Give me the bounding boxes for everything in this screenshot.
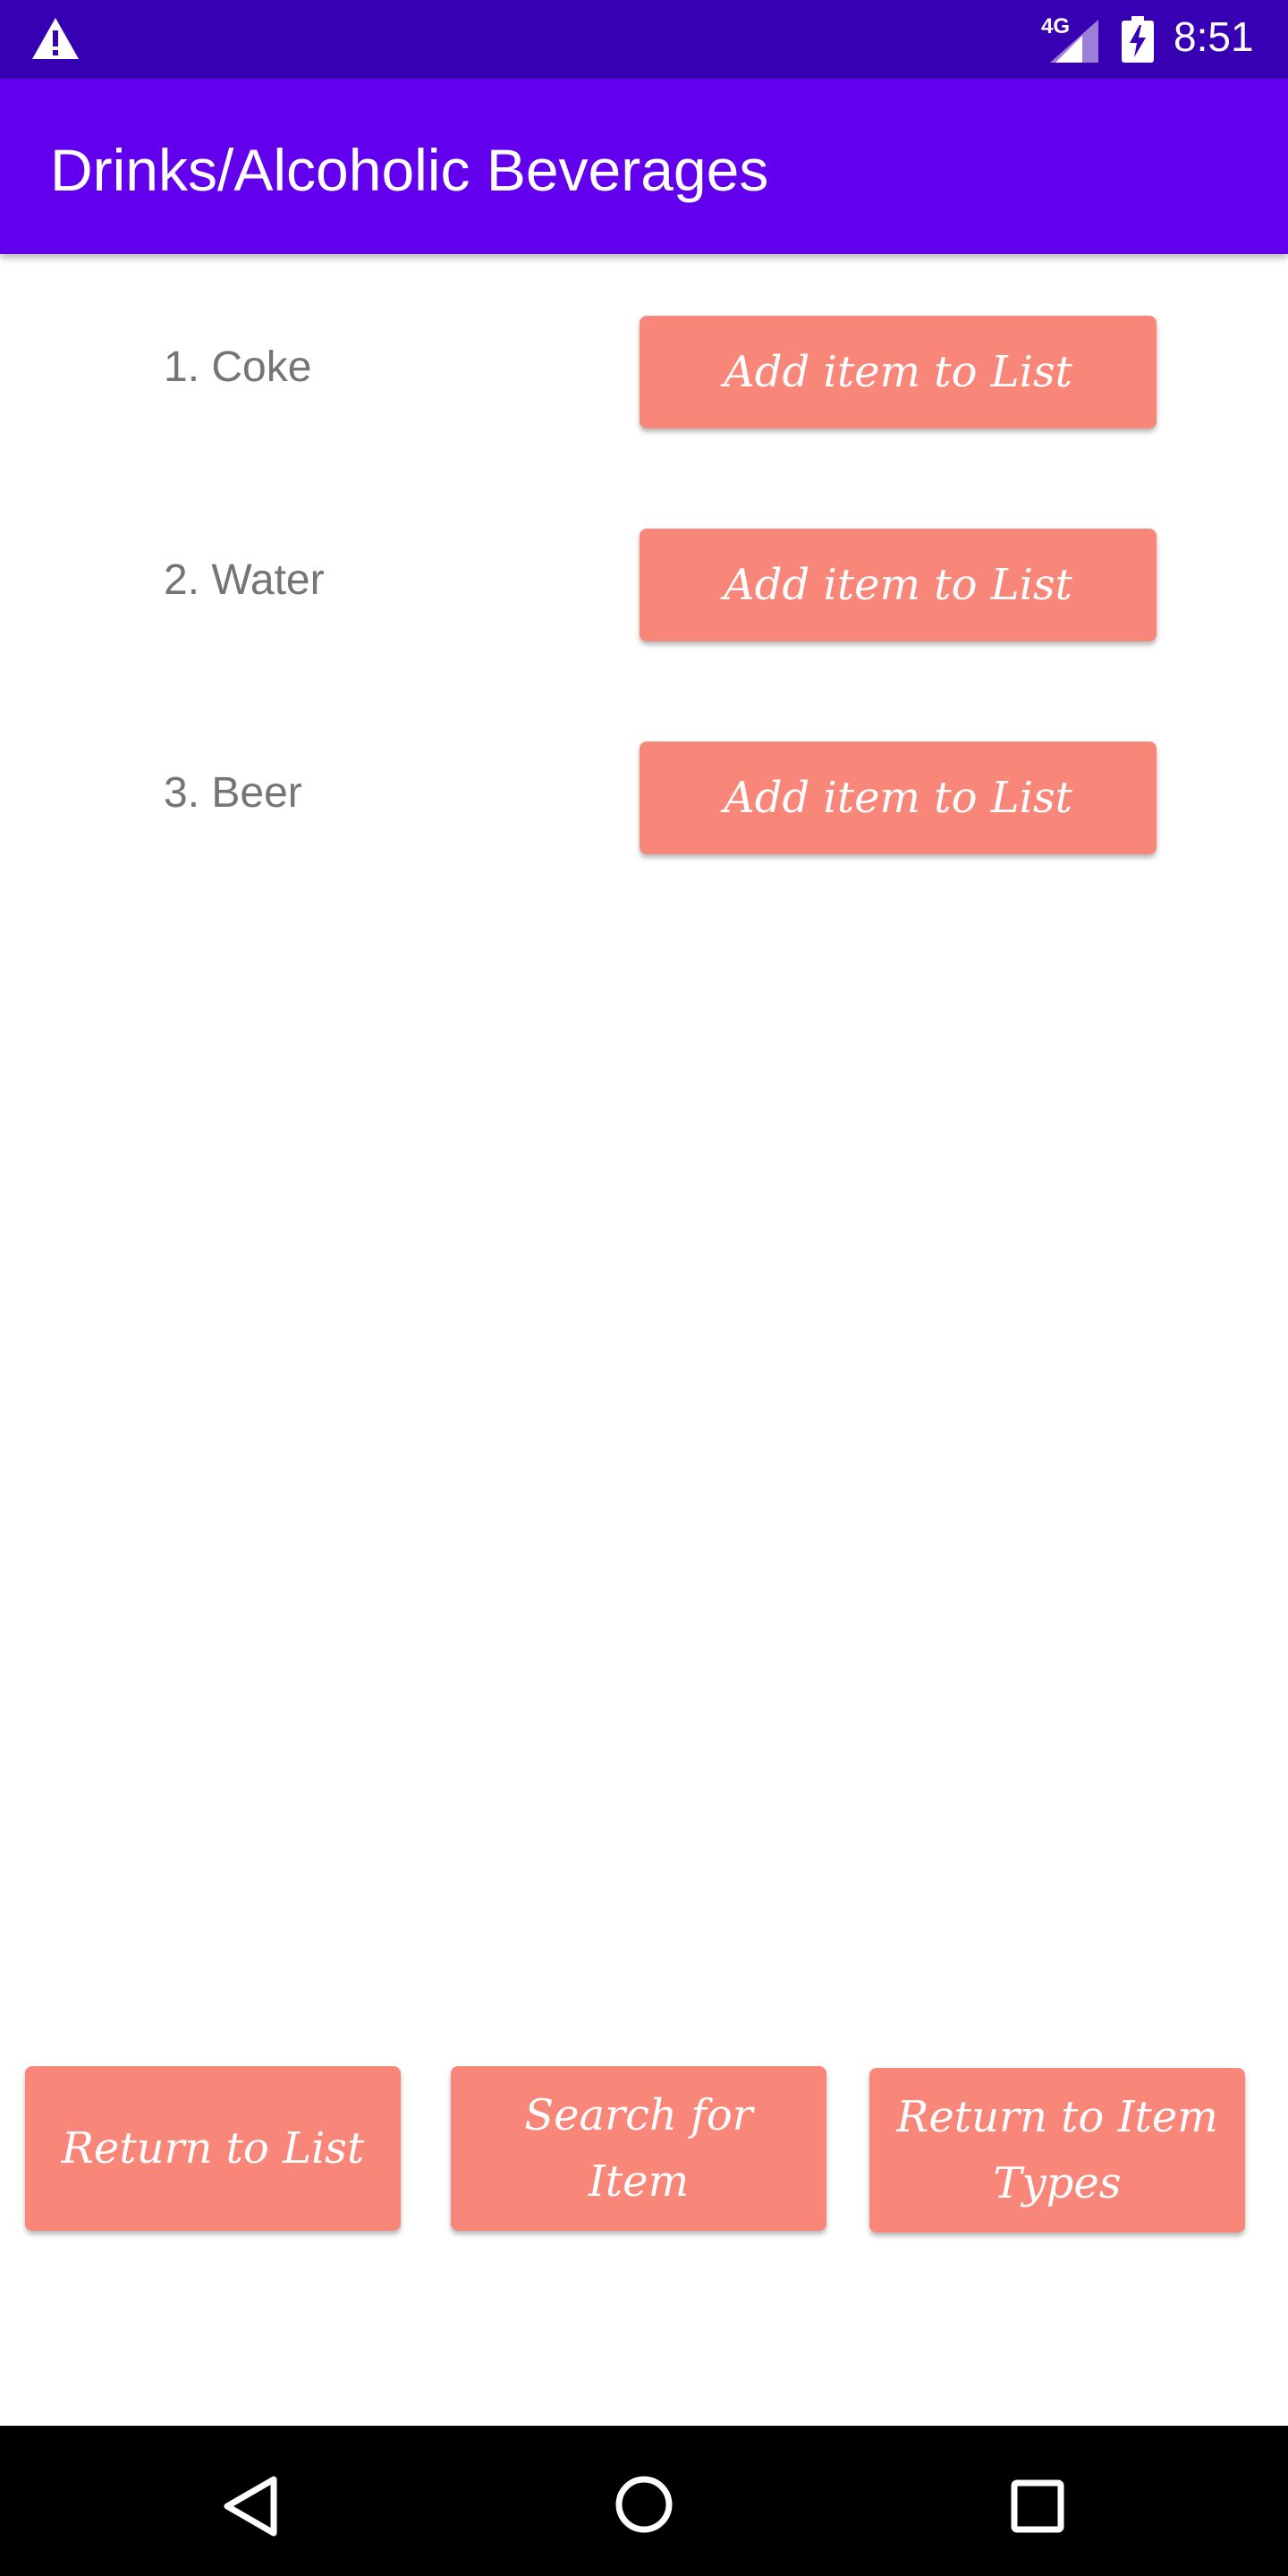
list-item: 3. Beer Add item to List [0, 741, 1288, 854]
page-title: Drinks/Alcoholic Beverages [50, 137, 769, 203]
battery-charging-icon [1122, 16, 1154, 63]
list-item: 1. Coke Add item to List [0, 316, 1288, 428]
item-label: 1. Coke [164, 343, 312, 391]
signal-icon [1050, 20, 1098, 63]
item-label: 3. Beer [164, 769, 302, 817]
warning-icon [32, 18, 79, 59]
add-item-button[interactable]: Add item to List [640, 529, 1157, 641]
return-to-list-button[interactable]: Return to List [25, 2066, 401, 2231]
recents-icon[interactable] [1002, 2470, 1073, 2542]
list-item: 2. Water Add item to List [0, 529, 1288, 641]
status-bar: 4G 8:51 [0, 0, 1288, 79]
search-for-item-button[interactable]: Search for Item [451, 2066, 826, 2231]
item-label: 2. Water [164, 556, 325, 604]
home-icon[interactable] [608, 2469, 680, 2540]
screen: 4G 8:51 Drinks/Alcoholic Beverages 1. Co… [0, 0, 1288, 2576]
add-item-button[interactable]: Add item to List [640, 316, 1157, 428]
add-item-button[interactable]: Add item to List [640, 741, 1157, 854]
navigation-bar [0, 2426, 1288, 2576]
back-icon[interactable] [215, 2470, 286, 2542]
return-to-item-types-button[interactable]: Return to Item Types [869, 2068, 1245, 2233]
app-bar: Drinks/Alcoholic Beverages [0, 79, 1288, 254]
status-time: 8:51 [1174, 13, 1254, 60]
